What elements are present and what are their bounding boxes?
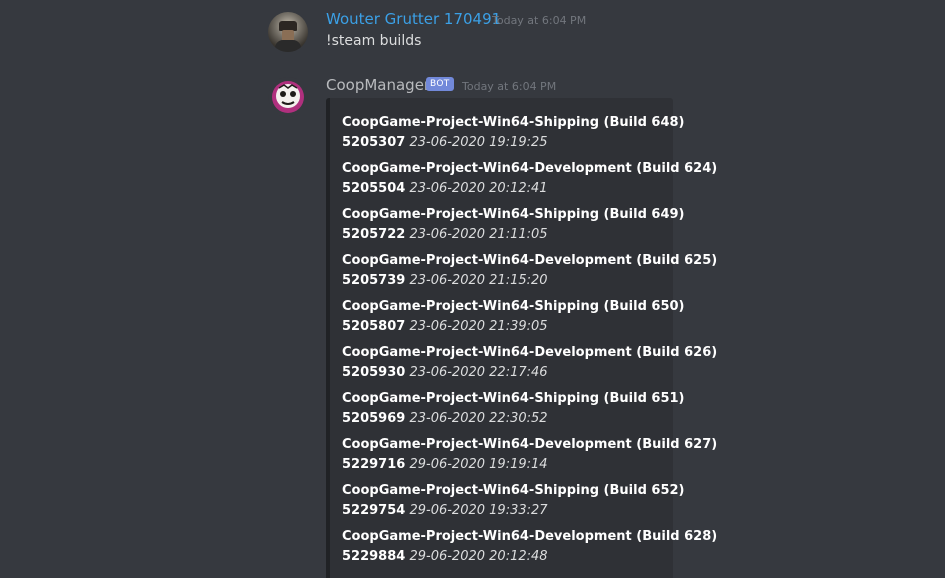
build-entry: CoopGame-Project-Win64-Development (Buil… — [342, 528, 717, 566]
build-time: 29-06-2020 19:33:27 — [409, 503, 548, 518]
build-time: 29-06-2020 19:19:14 — [409, 457, 548, 472]
build-name: CoopGame-Project-Win64-Development (Buil… — [342, 437, 718, 452]
build-name: CoopGame-Project-Win64-Shipping (Build 6… — [342, 115, 685, 130]
build-time: 23-06-2020 21:11:05 — [409, 227, 548, 242]
build-id: 5229716 — [342, 457, 406, 472]
build-time: 23-06-2020 21:15:20 — [409, 273, 548, 288]
build-entry: CoopGame-Project-Win64-Shipping (Build 6… — [342, 114, 684, 152]
bot-message-timestamp: Today at 6:04 PM — [462, 80, 557, 93]
build-name: CoopGame-Project-Win64-Shipping (Build 6… — [342, 483, 685, 498]
build-name: CoopGame-Project-Win64-Development (Buil… — [342, 529, 718, 544]
build-name: CoopGame-Project-Win64-Shipping (Build 6… — [342, 207, 685, 222]
build-name: CoopGame-Project-Win64-Shipping (Build 6… — [342, 299, 685, 314]
build-time: 23-06-2020 22:30:52 — [409, 411, 548, 426]
build-name: CoopGame-Project-Win64-Development (Buil… — [342, 161, 718, 176]
build-entry: CoopGame-Project-Win64-Development (Buil… — [342, 160, 717, 198]
build-id: 5205930 — [342, 365, 406, 380]
build-time: 29-06-2020 20:12:48 — [409, 549, 548, 564]
build-id: 5205969 — [342, 411, 406, 426]
build-id: 5229884 — [342, 549, 406, 564]
build-entry: CoopGame-Project-Win64-Shipping (Build 6… — [342, 390, 684, 428]
build-id: 5205504 — [342, 181, 406, 196]
build-entry: CoopGame-Project-Win64-Shipping (Build 6… — [342, 206, 684, 244]
build-name: CoopGame-Project-Win64-Development (Buil… — [342, 345, 718, 360]
avatar-coat-shape — [275, 40, 301, 52]
bot-author-name[interactable]: CoopManager — [326, 76, 430, 94]
build-time: 23-06-2020 19:19:25 — [409, 135, 548, 150]
build-id: 5229754 — [342, 503, 406, 518]
build-time: 23-06-2020 20:12:41 — [409, 181, 548, 196]
build-entry: CoopGame-Project-Win64-Shipping (Build 6… — [342, 482, 684, 520]
bot-badge: BOT — [426, 77, 454, 91]
user-avatar[interactable] — [268, 12, 308, 52]
build-name: CoopGame-Project-Win64-Shipping (Build 6… — [342, 391, 685, 406]
build-list-embed: CoopGame-Project-Win64-Shipping (Build 6… — [326, 98, 717, 578]
build-entry: CoopGame-Project-Win64-Development (Buil… — [342, 252, 717, 290]
build-id: 5205807 — [342, 319, 406, 334]
build-name: CoopGame-Project-Win64-Development (Buil… — [342, 253, 718, 268]
build-entry: CoopGame-Project-Win64-Development (Buil… — [342, 436, 717, 474]
build-time: 23-06-2020 22:17:46 — [409, 365, 548, 380]
build-entry: CoopGame-Project-Win64-Shipping (Build 6… — [342, 298, 684, 336]
build-id: 5205722 — [342, 227, 406, 242]
bot-avatar[interactable] — [268, 77, 308, 117]
message-timestamp: Today at 6:04 PM — [492, 14, 587, 27]
bot-avatar-icon — [272, 81, 304, 113]
message-author-name[interactable]: Wouter Grutter 170491 — [326, 10, 501, 28]
message-content: !steam builds — [326, 33, 422, 49]
build-time: 23-06-2020 21:39:05 — [409, 319, 548, 334]
build-id: 5205307 — [342, 135, 406, 150]
build-entry: CoopGame-Project-Win64-Development (Buil… — [342, 344, 717, 382]
build-id: 5205739 — [342, 273, 406, 288]
